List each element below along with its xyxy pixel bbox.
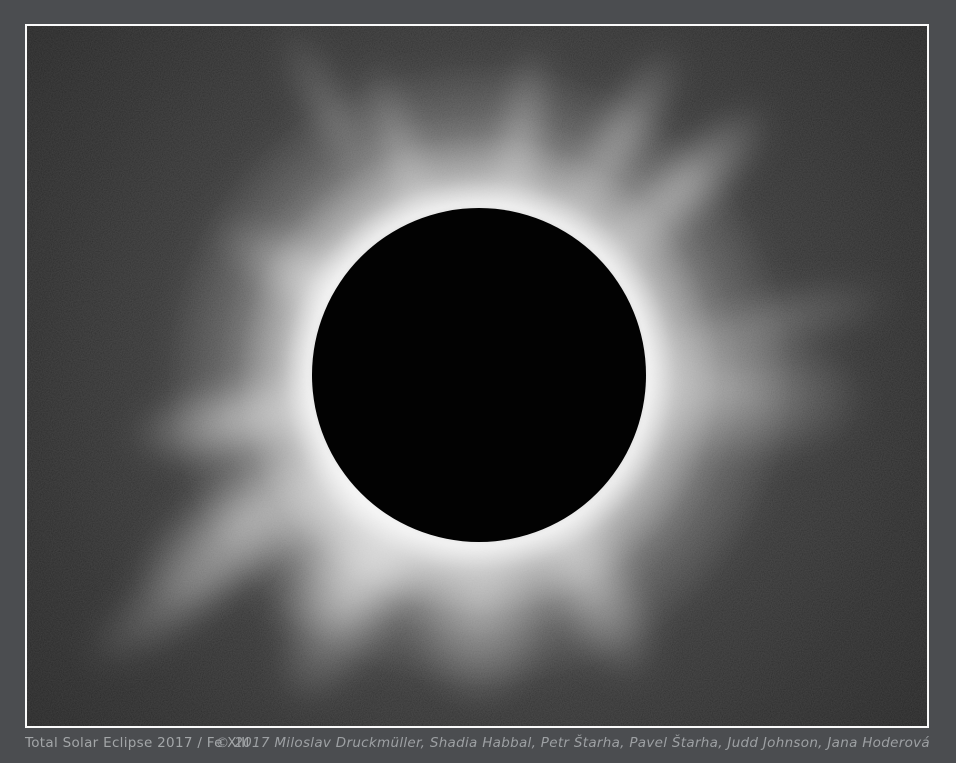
vignette-overlay: [27, 26, 927, 726]
eclipse-page: Total Solar Eclipse 2017 / Fe XIII © 201…: [0, 0, 956, 763]
eclipse-photo: [25, 24, 929, 728]
photo-credit: © 2017 Miloslav Druckmüller, Shadia Habb…: [216, 734, 930, 752]
